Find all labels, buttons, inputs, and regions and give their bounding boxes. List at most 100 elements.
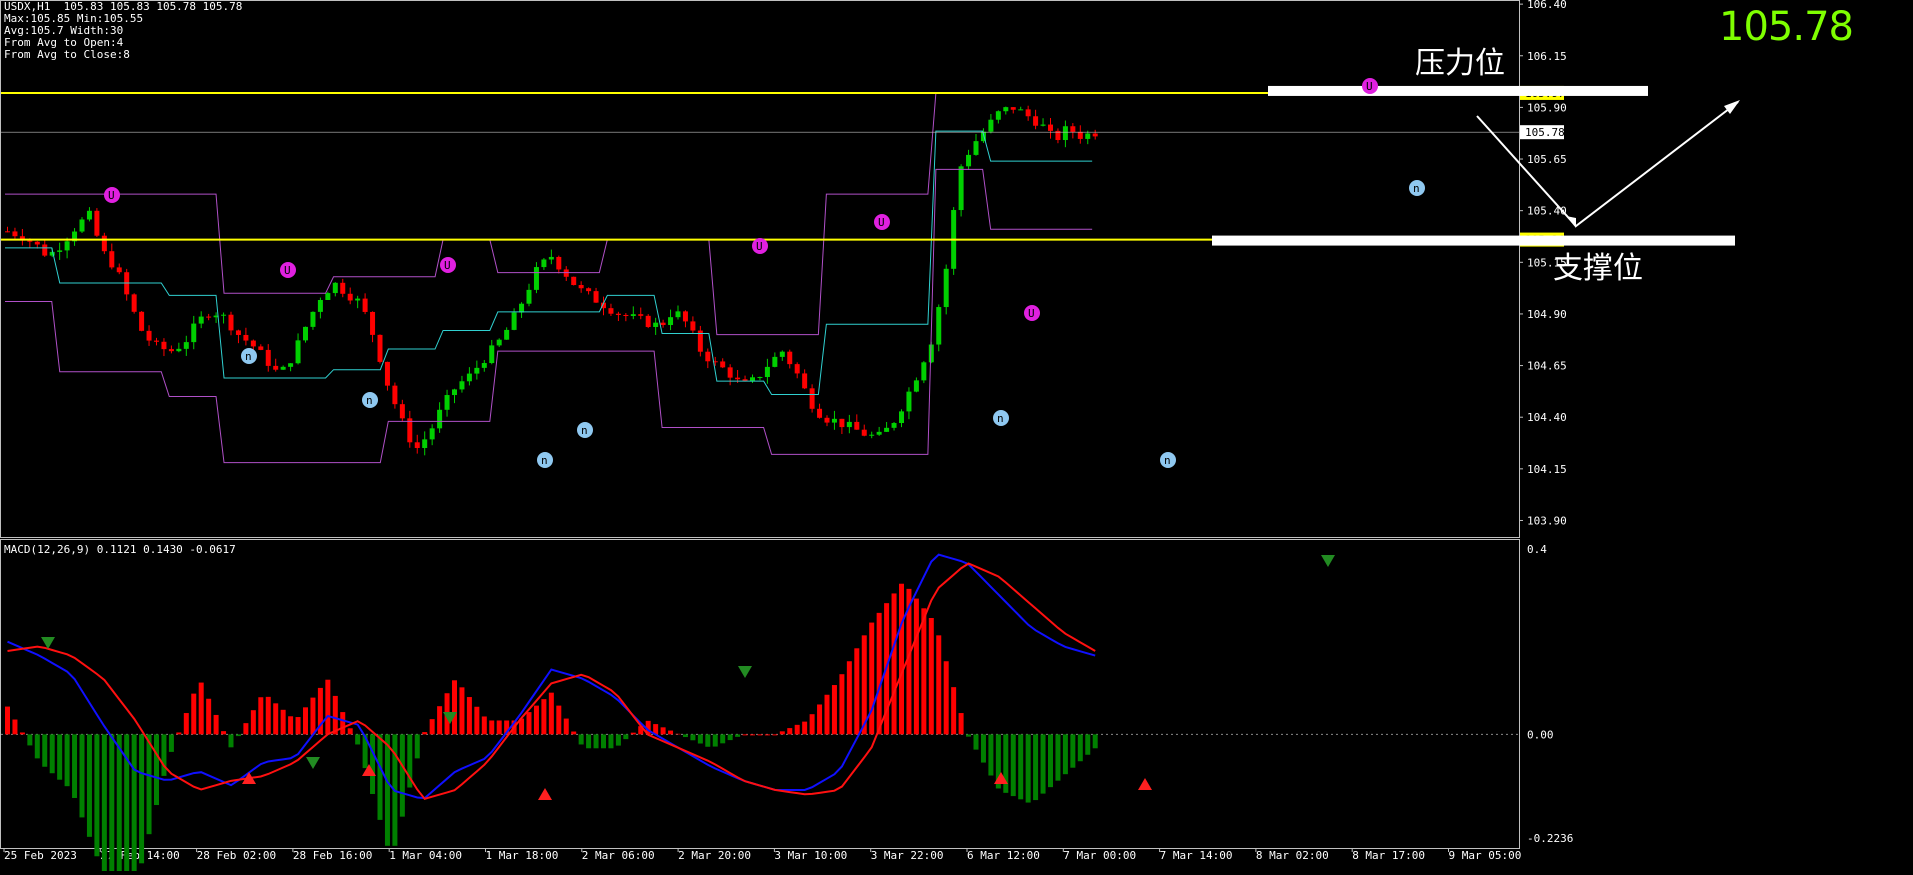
main-pane-frame [0, 0, 1520, 538]
macd-histogram-bar [466, 697, 472, 735]
candle-body [973, 141, 979, 155]
support-label: 支撑位 [1553, 251, 1643, 286]
macd-histogram-bar [139, 734, 145, 864]
macd-histogram-bar [973, 734, 979, 750]
candle-body [1018, 109, 1024, 111]
candle-body [511, 312, 517, 330]
price-tick-label: 104.15 [1527, 463, 1567, 476]
macd-histogram-bar [697, 734, 703, 744]
price-tick-label: 106.40 [1527, 0, 1567, 11]
candle-body [802, 373, 808, 389]
macd-histogram-bar [772, 734, 778, 736]
macd-sell-arrow [306, 757, 320, 769]
macd-histogram-bar [340, 712, 346, 735]
macd-histogram-bar [660, 727, 666, 735]
candle-body [198, 316, 204, 324]
candle-body [884, 427, 890, 432]
candle-body [49, 251, 55, 256]
chart-window: 106.40 106.15 105.90 105.65 105.40 105.15 104.… [0, 0, 1913, 875]
support-zone-bar [1212, 235, 1735, 246]
macd-histogram-bar [273, 703, 279, 735]
macd-histogram-bar [913, 598, 919, 735]
candle-body [846, 421, 852, 428]
macd-histogram-bar [936, 635, 942, 735]
macd-histogram-bar [876, 612, 882, 735]
candle-body [1085, 133, 1091, 139]
macd-histogram-bar [399, 734, 405, 817]
candle-body [250, 340, 256, 347]
macd-histogram-bar [481, 716, 487, 735]
candle-body [1040, 124, 1046, 126]
macd-histogram-bar [437, 706, 443, 735]
candle-body [280, 366, 286, 370]
candle-body [154, 340, 159, 342]
macd-histogram-bar [1077, 734, 1083, 762]
macd-histogram-bar [154, 734, 159, 806]
candle-body [899, 411, 904, 424]
time-tick-label: 8 Mar 02:00 [1256, 849, 1329, 862]
candle-body [64, 241, 70, 251]
macd-histogram-bar [809, 714, 815, 735]
candle-body [340, 282, 346, 294]
price-tick-label: 106.15 [1527, 50, 1567, 63]
candle-body [168, 349, 174, 352]
candle-body [377, 334, 383, 362]
macd-buy-arrow [538, 788, 552, 800]
candle-body [407, 418, 413, 443]
fractal-up-glyph: U [878, 216, 885, 229]
macd-histogram-bar [705, 734, 711, 747]
candle-body [116, 267, 122, 273]
time-tick-label: 28 Feb 02:00 [197, 849, 276, 862]
macd-histogram-bar [1085, 734, 1091, 755]
macd-histogram-bar [1062, 734, 1068, 775]
macd-histogram-bar [206, 698, 212, 735]
candle-body [608, 308, 614, 314]
candle-body [1048, 124, 1053, 131]
candle-body [630, 314, 636, 317]
candle-body [638, 314, 644, 316]
candle-body [332, 282, 338, 294]
price-tick-label: 105.90 [1527, 101, 1567, 114]
candle-body [362, 298, 368, 312]
candle-body [243, 334, 249, 341]
candle-body [34, 241, 40, 245]
candle-body [5, 231, 10, 233]
macd-histogram-bar [846, 661, 852, 735]
macd-histogram-bar [94, 734, 100, 857]
candle-body [906, 391, 912, 412]
candle-body [623, 314, 629, 317]
macd-histogram-bar [474, 706, 480, 735]
candle-body [355, 298, 361, 301]
macd-histogram-bar [347, 728, 353, 735]
macd-histogram-bar [943, 661, 949, 735]
candle-body [474, 367, 480, 374]
macd-histogram-bar [146, 734, 152, 835]
time-tick-label: 1 Mar 18:00 [486, 849, 559, 862]
fractal-up-glyph: U [756, 240, 763, 253]
current-price-display: 105.78 [1719, 4, 1854, 50]
candle-body [295, 340, 301, 364]
macd-histogram-bar [869, 622, 875, 735]
candle-body [727, 367, 733, 378]
macd-histogram-bar [1040, 734, 1046, 794]
candle-body [183, 342, 189, 349]
macd-sell-arrow [1321, 555, 1335, 567]
macd-histogram-bar [601, 734, 606, 749]
macd-histogram-bar [258, 697, 264, 735]
macd-histogram-bar [101, 734, 107, 874]
macd-histogram-bar [19, 732, 25, 735]
time-tick-label: 6 Mar 12:00 [967, 849, 1040, 862]
macd-sell-arrow [738, 666, 752, 678]
macd-histogram-bar [414, 734, 420, 759]
macd-buy-arrow [1138, 778, 1152, 790]
candle-body [228, 314, 234, 331]
macd-histogram-bar [384, 734, 390, 846]
macd-histogram-bar [787, 728, 793, 735]
candle-body [504, 329, 510, 340]
candle-body [966, 154, 972, 167]
candle-body [444, 395, 450, 410]
candle-body [578, 285, 584, 289]
candle-body [310, 311, 316, 327]
candle-body [1070, 126, 1076, 132]
candle-body [682, 311, 688, 322]
